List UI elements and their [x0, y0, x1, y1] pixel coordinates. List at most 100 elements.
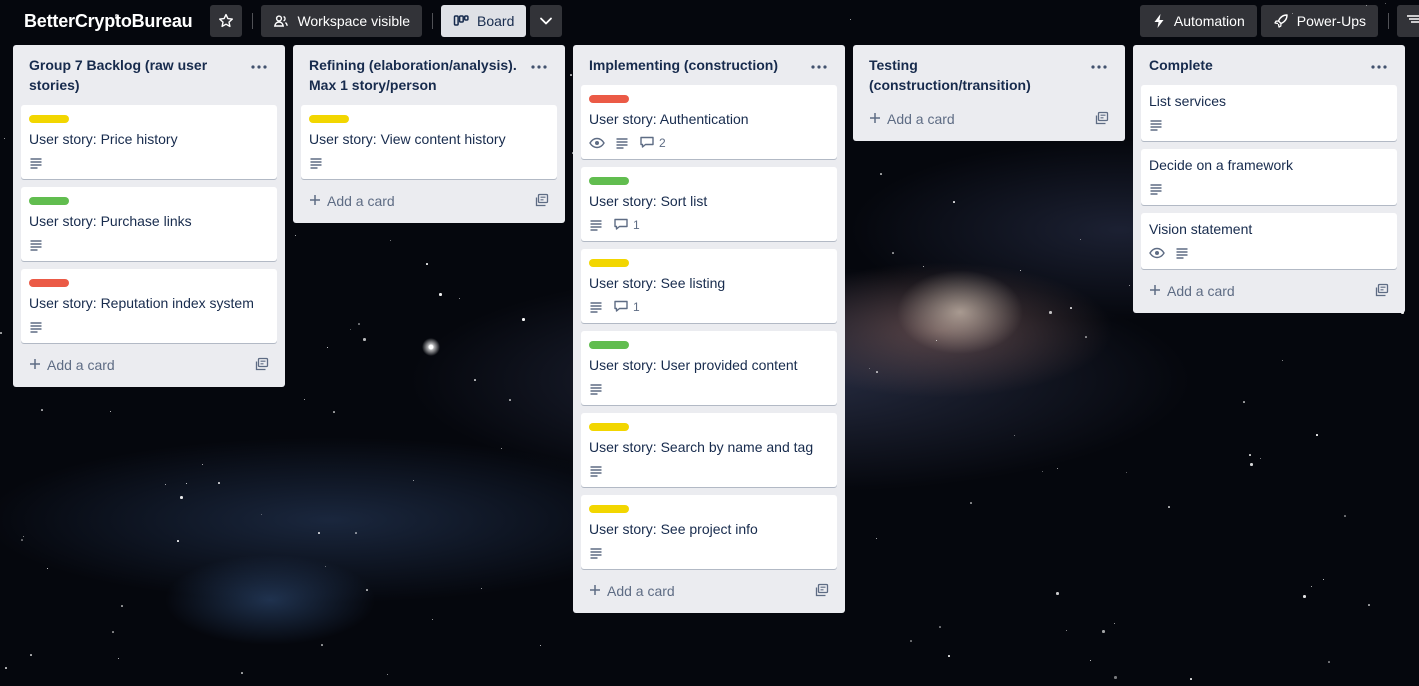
list-header: Testing (construction/transition): [861, 45, 1117, 105]
star: [1316, 434, 1318, 436]
star: [953, 201, 955, 203]
list-menu-button[interactable]: [1089, 55, 1109, 75]
create-from-template-icon[interactable]: [1375, 283, 1389, 300]
card-label-green[interactable]: [29, 197, 69, 205]
star: [355, 532, 357, 534]
card-badges: [1149, 177, 1389, 201]
create-from-template-icon[interactable]: [535, 193, 549, 210]
star: [165, 484, 166, 485]
star: [112, 631, 114, 633]
more-options-icon: [811, 56, 827, 74]
list-title[interactable]: Implementing (construction): [589, 55, 799, 75]
card[interactable]: Decide on a framework: [1141, 149, 1397, 205]
add-card-button[interactable]: Add a card: [589, 583, 675, 599]
star: [110, 411, 111, 412]
card[interactable]: User story: See project info: [581, 495, 837, 569]
card-label-yellow[interactable]: [589, 505, 629, 513]
card-badges: 1: [589, 295, 829, 319]
lightning-icon: [1152, 13, 1166, 29]
card-label-red[interactable]: [589, 95, 629, 103]
list-title[interactable]: Testing (construction/transition): [869, 55, 1079, 95]
board-view-icon: [453, 13, 469, 29]
create-from-template-icon[interactable]: [1095, 111, 1109, 128]
list-menu-button[interactable]: [249, 55, 269, 75]
star: [363, 338, 366, 341]
header-right-group: Automation Power-Ups: [1136, 5, 1419, 37]
star: [23, 536, 24, 537]
description-icon: [615, 136, 629, 150]
add-card-label: Add a card: [607, 583, 675, 599]
card[interactable]: User story: User provided content: [581, 331, 837, 405]
list-implementing: Implementing (construction) User story: A…: [573, 45, 845, 613]
list-complete: Complete List services Decide on a framewo…: [1133, 45, 1405, 313]
card-title: User story: Authentication: [589, 111, 749, 127]
star: [1311, 586, 1312, 587]
star: [318, 532, 320, 534]
add-card-button[interactable]: Add a card: [869, 111, 955, 127]
create-from-template-icon[interactable]: [815, 583, 829, 600]
automation-button[interactable]: Automation: [1139, 5, 1257, 37]
card-title: User story: See listing: [589, 275, 726, 291]
view-switcher-button[interactable]: [530, 5, 563, 37]
plus-icon: [29, 357, 41, 373]
add-card-button[interactable]: Add a card: [29, 357, 115, 373]
description-icon: [1175, 246, 1189, 260]
list-title[interactable]: Refining (elaboration/analysis). Max 1 s…: [309, 55, 519, 95]
description-icon: [589, 300, 603, 314]
board-view-button[interactable]: Board: [441, 5, 527, 37]
star: [1260, 458, 1261, 459]
comment-count: 1: [633, 218, 640, 232]
description-icon: [29, 156, 43, 170]
list-menu-button[interactable]: [809, 55, 829, 75]
star: [1114, 676, 1117, 679]
star: [177, 540, 179, 542]
list-menu-button[interactable]: [1369, 55, 1389, 75]
star: [540, 645, 541, 646]
powerups-button[interactable]: Power-Ups: [1260, 5, 1378, 37]
comment-count: 2: [659, 136, 666, 150]
card-label-yellow[interactable]: [29, 115, 69, 123]
card-label-red[interactable]: [29, 279, 69, 287]
workspace-visible-button[interactable]: Workspace visible: [261, 5, 422, 37]
star: [5, 667, 7, 669]
star: [869, 368, 870, 369]
list-menu-button[interactable]: [529, 55, 549, 75]
add-card-button[interactable]: Add a card: [1149, 283, 1235, 299]
card[interactable]: User story: Reputation index system: [21, 269, 277, 343]
list-title[interactable]: Group 7 Backlog (raw user stories): [29, 55, 239, 95]
card[interactable]: User story: Price history: [21, 105, 277, 179]
description-icon: [1149, 118, 1163, 132]
star: [910, 640, 912, 642]
star: [570, 74, 572, 76]
watching-eye-icon: [589, 136, 605, 150]
card-label-yellow[interactable]: [589, 423, 629, 431]
list-refining: Refining (elaboration/analysis). Max 1 s…: [293, 45, 565, 223]
card[interactable]: User story: Purchase links: [21, 187, 277, 261]
star: [413, 480, 414, 481]
rocket-icon: [1273, 13, 1289, 29]
card[interactable]: User story: Authentication 2: [581, 85, 837, 159]
star: [1344, 515, 1346, 517]
create-from-template-icon[interactable]: [255, 357, 269, 374]
card[interactable]: List services: [1141, 85, 1397, 141]
card-label-green[interactable]: [589, 177, 629, 185]
card[interactable]: User story: Sort list 1: [581, 167, 837, 241]
card[interactable]: Vision statement: [1141, 213, 1397, 269]
star-button[interactable]: [210, 5, 243, 37]
filter-button[interactable]: [1397, 5, 1419, 37]
card-label-yellow[interactable]: [589, 259, 629, 267]
add-card-button[interactable]: Add a card: [309, 193, 395, 209]
star: [30, 654, 32, 656]
card-label-yellow[interactable]: [309, 115, 349, 123]
card-title: User story: Search by name and tag: [589, 439, 814, 455]
list-title[interactable]: Complete: [1149, 55, 1359, 75]
card[interactable]: User story: Search by name and tag: [581, 413, 837, 487]
comments-badge: 1: [613, 299, 640, 316]
card[interactable]: User story: View content history: [301, 105, 557, 179]
header-divider: [252, 13, 254, 29]
card[interactable]: User story: See listing 1: [581, 249, 837, 323]
plus-icon: [309, 193, 321, 209]
board-title[interactable]: BetterCryptoBureau: [14, 5, 202, 37]
card-label-green[interactable]: [589, 341, 629, 349]
star: [1243, 401, 1245, 403]
